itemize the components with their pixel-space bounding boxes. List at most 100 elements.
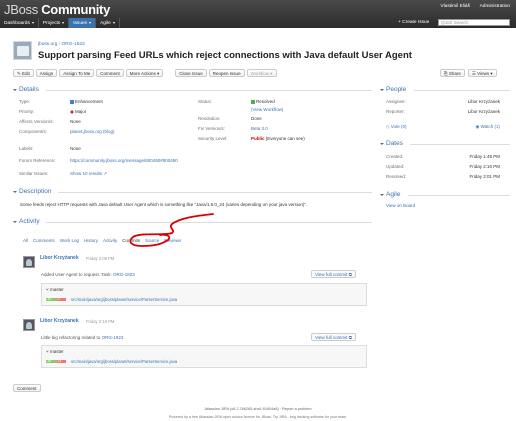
- view-full-commit-button[interactable]: View full commit ⧉: [311, 333, 356, 341]
- affects-version-value: None: [70, 119, 81, 124]
- commit-file-link[interactable]: src/main/java/org/jboss/planet/service/P…: [71, 359, 177, 364]
- forum-reference-link[interactable]: https://community.jboss.org/message/8004…: [70, 158, 178, 163]
- breadcrumb-project-link[interactable]: jboss.org: [38, 42, 57, 47]
- components-label: Component/s:: [19, 129, 48, 134]
- divider: [410, 144, 510, 145]
- people-heading[interactable]: People: [380, 86, 406, 93]
- quick-search-input[interactable]: Quick Search: [438, 19, 510, 26]
- collapse-icon: [380, 88, 384, 91]
- nav-projects[interactable]: Projects: [39, 18, 70, 28]
- resolution-value: Done: [251, 116, 262, 121]
- enhancement-icon: [70, 99, 74, 104]
- caret-down-icon: [62, 22, 65, 24]
- breadcrumb-issue-link[interactable]: ORG-1823: [62, 42, 85, 47]
- reporter-value[interactable]: Libor Krzyżanek: [468, 109, 500, 114]
- view-full-commit-label: View full commit: [315, 272, 348, 277]
- component-link[interactable]: planet.jboss.org (blog): [70, 129, 115, 134]
- views-button[interactable]: ☰ Views ▾: [467, 69, 497, 77]
- create-issue-button[interactable]: + Create Issue: [398, 20, 429, 25]
- avatar[interactable]: [23, 319, 35, 331]
- tab-all[interactable]: All: [23, 238, 28, 243]
- diff-stat-bar: +16 -2: [46, 298, 66, 301]
- divider: [408, 195, 510, 196]
- diff-stat-bar: +18 -11: [46, 360, 66, 363]
- tab-work-log[interactable]: Work Log: [60, 238, 79, 243]
- updated-value: Friday 2:10 PM: [469, 164, 500, 169]
- commit-issue-link[interactable]: ORG-1823: [102, 335, 124, 340]
- agile-heading[interactable]: Agile: [380, 191, 400, 198]
- commit-message: Little big refactoring related to ORG-18…: [41, 335, 123, 340]
- agile-heading-label: Agile: [386, 191, 401, 198]
- vote-link[interactable]: ◇ Vote (0): [386, 124, 406, 130]
- watch-link[interactable]: ◉ Watch (1): [475, 124, 500, 130]
- nav-dashboards[interactable]: Dashboards: [0, 18, 39, 28]
- caret-down-icon: [31, 22, 34, 24]
- fix-version-link[interactable]: Beta 3.0: [251, 126, 268, 131]
- tab-activity[interactable]: Activity: [103, 238, 117, 243]
- commit-time: Friday 2:08 PM: [86, 256, 115, 261]
- dates-heading[interactable]: Dates: [380, 140, 403, 147]
- comment-button[interactable]: Comment: [96, 69, 124, 77]
- resolved-label: Resolved:: [386, 174, 407, 179]
- description-text: Some feeds reject HTTP requests with Jav…: [20, 202, 308, 207]
- nav-issues[interactable]: Issues: [69, 18, 97, 28]
- admin-menu[interactable]: Administration: [480, 4, 510, 9]
- security-public: Public: [251, 136, 265, 141]
- resolved-icon: [251, 99, 255, 104]
- tab-history[interactable]: History: [84, 238, 98, 243]
- people-heading-label: People: [386, 86, 407, 93]
- affects-version-label: Affects Version/s:: [19, 119, 54, 124]
- nav-agile[interactable]: Agile: [96, 18, 120, 28]
- collapse-icon: [380, 193, 384, 196]
- commit-message-text: Little big refactoring related to: [41, 335, 101, 340]
- assignee-value[interactable]: Libor Krzyżanek: [468, 99, 500, 104]
- commit-author-link[interactable]: Libor Krzyżanek: [40, 255, 79, 261]
- branch-name: master: [49, 287, 64, 292]
- lines-added: +18: [46, 360, 57, 363]
- security-level-label: Security Level:: [198, 136, 228, 141]
- logo-prefix: JBoss: [4, 2, 38, 17]
- edit-button[interactable]: ✎ Edit: [13, 69, 34, 77]
- vote-label: Vote (0): [390, 124, 407, 129]
- dates-heading-label: Dates: [386, 140, 403, 147]
- fix-version-label: Fix Version/s:: [198, 126, 226, 131]
- commit-file-link[interactable]: src/main/java/org/jboss/planet/service/P…: [71, 297, 177, 302]
- top-header: JBoss Community Dashboards Projects Issu…: [0, 0, 516, 28]
- tab-comments[interactable]: Comments: [33, 238, 55, 243]
- toolbar-right: ⎘ Share ☰ Views ▾: [440, 69, 497, 77]
- external-link-icon: ⧉: [348, 335, 352, 340]
- divider: [414, 90, 510, 91]
- caret-down-icon: [89, 22, 92, 24]
- resolution-label: Resolution:: [198, 116, 221, 121]
- commit-author-link[interactable]: Libor Krzyżanek: [40, 318, 79, 324]
- description-heading[interactable]: Description: [13, 188, 52, 195]
- share-label: Share: [448, 71, 461, 76]
- type-label: Type:: [19, 99, 31, 104]
- similar-issues-label: Similar Issues:: [19, 171, 49, 176]
- more-actions-button[interactable]: More Actions ▾: [125, 69, 164, 77]
- avatar[interactable]: [23, 256, 35, 268]
- project-avatar: [13, 41, 32, 60]
- close-issue-button[interactable]: Close Issue: [175, 69, 207, 77]
- branch: ⑂ master: [46, 287, 64, 292]
- share-button[interactable]: ⎘ Share: [440, 69, 465, 77]
- similar-issues-link[interactable]: Show 10 results ↗: [70, 171, 107, 177]
- commit-issue-link[interactable]: ORG-1823: [113, 272, 135, 277]
- workflow-button[interactable]: Workflow ▾: [246, 69, 277, 77]
- view-full-commit-button[interactable]: View full commit ⧉: [311, 270, 356, 278]
- user-menu[interactable]: Vlastimil Eliáš: [440, 4, 470, 9]
- external-link-icon: ⧉: [348, 272, 352, 277]
- activity-heading[interactable]: Activity: [13, 218, 40, 225]
- view-workflow-link[interactable]: (View Workflow): [251, 107, 283, 112]
- issue-toolbar: ✎ Edit Assign Assign To Me Comment More …: [13, 69, 277, 77]
- add-comment-button[interactable]: Comment: [13, 384, 41, 392]
- view-on-board-link[interactable]: View on Board: [386, 203, 415, 208]
- site-logo[interactable]: JBoss Community: [4, 2, 110, 17]
- assign-button[interactable]: Assign: [35, 69, 58, 77]
- collapse-icon: [13, 220, 17, 223]
- views-label: Views ▾: [477, 71, 493, 76]
- priority-value: Major: [70, 109, 86, 114]
- reopen-issue-button[interactable]: Reopen Issue: [208, 69, 245, 77]
- assign-to-me-button[interactable]: Assign To Me: [59, 69, 95, 77]
- details-heading[interactable]: Details: [13, 86, 39, 93]
